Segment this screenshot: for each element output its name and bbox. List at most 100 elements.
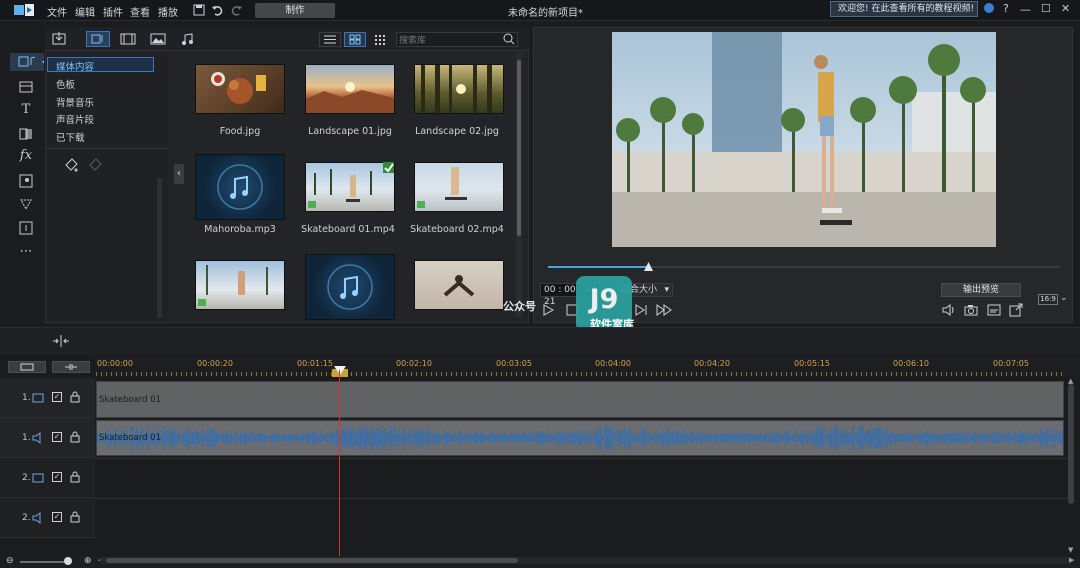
audio-mixing-room-icon[interactable]	[19, 221, 33, 235]
aspect-ratio-button[interactable]: 16:9	[1038, 294, 1058, 305]
ruler-label: 00:02:10	[396, 359, 432, 368]
category-scrollbar[interactable]	[157, 178, 162, 318]
ruler-label: 00:03:05	[496, 359, 532, 368]
thumb-skate-clip-3[interactable]	[195, 260, 285, 310]
scroll-right-arrow-icon[interactable]: ▶	[1069, 556, 1074, 564]
thumb-audio-clip-2[interactable]	[305, 254, 395, 320]
library-scrollbar-thumb[interactable]	[517, 60, 521, 236]
search-icon[interactable]	[503, 33, 515, 45]
menu-edit[interactable]: 编辑	[75, 4, 95, 19]
filter-all-media-icon[interactable]	[86, 31, 110, 47]
thumb-fitness-clip[interactable]	[414, 260, 504, 310]
track-lock-icon[interactable]	[70, 391, 80, 403]
track-lock-icon[interactable]	[70, 431, 80, 443]
menu-play[interactable]: 播放	[158, 4, 178, 19]
help-icon[interactable]: ?	[1003, 2, 1009, 15]
zoom-slider-handle[interactable]	[64, 557, 72, 565]
minimize-icon[interactable]: —	[1020, 3, 1031, 16]
menu-file[interactable]: 文件	[47, 4, 67, 19]
produce-button[interactable]: 制作	[255, 3, 335, 18]
filter-audio-icon[interactable]	[180, 32, 194, 46]
playhead-handle[interactable]	[334, 366, 346, 376]
thumb-landscape-01[interactable]	[305, 64, 395, 114]
zoom-in-icon[interactable]: ⊕	[84, 556, 92, 566]
menu-view[interactable]: 查看	[130, 4, 150, 19]
output-preview-button[interactable]: 输出预览	[941, 283, 1021, 297]
grid-view-icon[interactable]	[344, 32, 366, 47]
preview-scrubber-handle[interactable]	[644, 262, 653, 271]
category-background-music[interactable]: 背景音乐	[56, 95, 94, 109]
volume-icon[interactable]	[941, 303, 955, 317]
redo-icon[interactable]	[231, 4, 243, 16]
thumb-landscape-02[interactable]	[414, 64, 504, 114]
media-room-tab[interactable]	[10, 53, 44, 71]
playhead-line	[339, 370, 340, 556]
more-rooms-icon[interactable]: ⋯	[19, 245, 33, 259]
fit-timeline-icon[interactable]	[52, 334, 70, 348]
thumb-mahoroba[interactable]	[195, 154, 285, 220]
timeline-view-toggle-icon[interactable]	[8, 361, 46, 373]
zoom-out-icon[interactable]: ⊖	[6, 556, 14, 566]
add-tag-icon[interactable]	[64, 157, 80, 173]
thumb-food[interactable]	[195, 64, 285, 114]
fx-room-icon[interactable]: fx	[19, 149, 33, 163]
thumb-label-skateboard-01: Skateboard 01.mp4	[301, 224, 395, 235]
ruler-label: 00:07:05	[993, 359, 1029, 368]
undo-icon[interactable]	[211, 4, 223, 16]
undock-preview-icon[interactable]	[1009, 303, 1023, 317]
category-downloaded[interactable]: 已下载	[56, 130, 85, 144]
save-icon[interactable]	[193, 4, 205, 16]
track-lock-icon[interactable]	[70, 471, 80, 483]
track-number: 2.	[22, 513, 31, 523]
filter-image-icon[interactable]	[150, 33, 166, 45]
audio-clip-label: Skateboard 01	[99, 433, 162, 443]
menu-plugins[interactable]: 插件	[103, 4, 123, 19]
library-search-input[interactable]	[396, 32, 518, 47]
large-thumbnail-view-icon[interactable]	[373, 33, 387, 47]
timeline-vertical-scrollbar[interactable]	[1068, 384, 1074, 504]
filter-video-icon[interactable]	[120, 33, 136, 45]
category-tree	[46, 52, 168, 322]
account-icon[interactable]	[984, 3, 994, 13]
color-board-room-icon[interactable]	[19, 80, 33, 94]
track-enable-checkbox[interactable]: ✓	[52, 472, 62, 482]
audio-clip[interactable]: Skateboard 01	[96, 420, 1064, 456]
thumb-skateboard-01[interactable]	[305, 162, 395, 212]
track-divider	[95, 498, 1068, 499]
play-icon[interactable]	[541, 303, 555, 317]
transition-room-icon[interactable]	[19, 127, 33, 141]
close-icon[interactable]: ✕	[1061, 2, 1070, 15]
scroll-down-arrow-icon[interactable]: ▼	[1068, 546, 1073, 554]
track-enable-checkbox[interactable]: ✓	[52, 432, 62, 442]
timeline-horizontal-scroll-thumb[interactable]	[106, 558, 518, 563]
next-frame-icon[interactable]	[634, 303, 648, 317]
list-view-icon[interactable]	[319, 32, 341, 47]
subtitle-icon[interactable]	[987, 303, 1001, 317]
maximize-icon[interactable]: ☐	[1041, 2, 1051, 15]
aspect-ratio-chevron-down-icon[interactable]: ⌄	[1060, 293, 1068, 303]
particle-room-icon[interactable]	[19, 197, 33, 211]
pip-object-room-icon[interactable]	[19, 174, 33, 188]
category-media-content[interactable]: 媒体内容	[56, 59, 94, 73]
track-divider	[95, 458, 1068, 459]
ruler-label: 00:05:15	[794, 359, 830, 368]
fast-forward-icon[interactable]	[656, 303, 672, 317]
category-color-boards[interactable]: 色板	[56, 77, 75, 91]
ruler-label: 00:04:20	[694, 359, 730, 368]
thumb-skateboard-02[interactable]	[414, 162, 504, 212]
snapshot-camera-icon[interactable]	[964, 303, 978, 317]
scroll-up-arrow-icon[interactable]: ▲	[1068, 377, 1073, 385]
timeline-toolbar	[0, 327, 1080, 355]
title-room-icon[interactable]: T	[19, 103, 33, 117]
import-media-icon[interactable]	[52, 32, 68, 46]
track-enable-checkbox[interactable]: ✓	[52, 392, 62, 402]
track-lock-icon[interactable]	[70, 511, 80, 523]
video-clip[interactable]: Skateboard 01	[96, 381, 1064, 418]
welcome-tutorial-banner[interactable]: 欢迎您! 在此查看所有的教程视频!	[830, 1, 978, 17]
category-sound-clips[interactable]: 声音片段	[56, 112, 94, 126]
track-enable-checkbox[interactable]: ✓	[52, 512, 62, 522]
storyboard-view-toggle-icon[interactable]	[52, 361, 90, 373]
preview-scrubber-progress	[548, 266, 650, 268]
track-number: 2.	[22, 473, 31, 483]
collapse-panel-icon[interactable]: ‹	[174, 164, 184, 184]
